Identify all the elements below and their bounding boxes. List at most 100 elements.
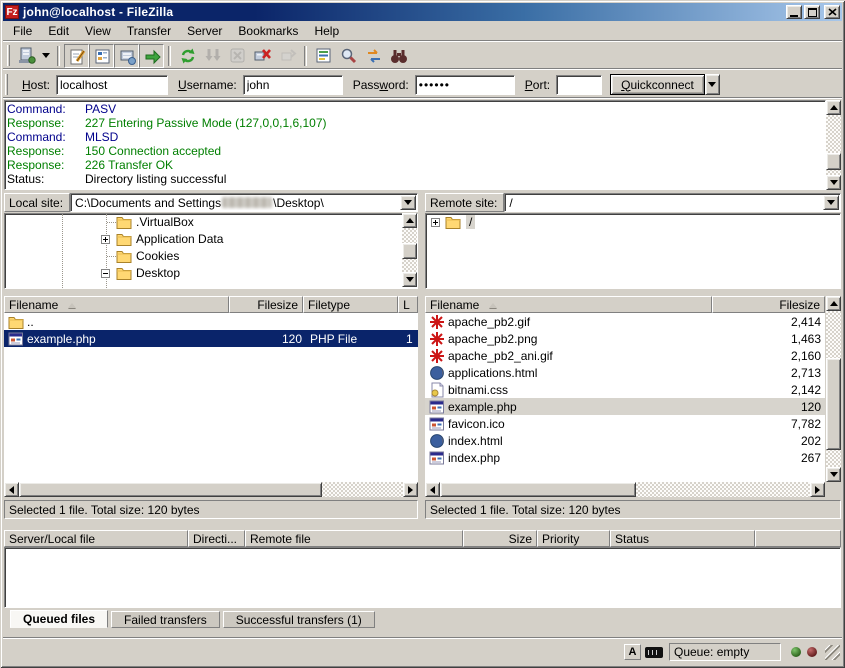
log-line-text: 227 Entering Passive Mode (127,0,0,1,6,1… bbox=[85, 116, 327, 130]
tree-item-desktop[interactable]: Desktop bbox=[5, 265, 417, 282]
log-scrollbar[interactable] bbox=[826, 100, 841, 190]
file-row[interactable]: apache_pb2.gif2,414 bbox=[425, 313, 825, 330]
menu-edit[interactable]: Edit bbox=[40, 23, 77, 39]
column-header-filename[interactable]: Filename bbox=[4, 296, 229, 313]
toggle-message-log-button[interactable] bbox=[64, 44, 89, 68]
minimize-button[interactable] bbox=[786, 5, 802, 19]
scrollbar-thumb[interactable] bbox=[19, 482, 322, 497]
tree-expander-plus[interactable] bbox=[101, 235, 110, 244]
size-cell bbox=[231, 313, 306, 330]
remote-status-text: Selected 1 file. Total size: 120 bytes bbox=[425, 500, 841, 519]
toggle-message-log-icon bbox=[69, 48, 87, 66]
local-path-dropdown-button[interactable] bbox=[400, 195, 416, 210]
queue-column-server-local-file[interactable]: Server/Local file bbox=[4, 530, 188, 547]
file-row[interactable]: favicon.ico7,782 bbox=[425, 415, 825, 432]
scrollbar-thumb[interactable] bbox=[826, 358, 841, 450]
grip-handle[interactable] bbox=[7, 45, 10, 66]
remote-site-combo[interactable]: / bbox=[504, 193, 841, 212]
scrollbar-thumb[interactable] bbox=[826, 153, 841, 170]
file-row[interactable]: example.php120 bbox=[425, 398, 825, 415]
column-header-label: Filename bbox=[430, 298, 479, 312]
menu-view[interactable]: View bbox=[77, 23, 119, 39]
file-row[interactable]: example.php120PHP File1 bbox=[4, 330, 418, 347]
toggle-local-tree-button[interactable] bbox=[89, 44, 114, 68]
tab-failed-transfers[interactable]: Failed transfers bbox=[111, 611, 220, 628]
tab-successful-transfers-1-[interactable]: Successful transfers (1) bbox=[223, 611, 375, 628]
password-input[interactable] bbox=[415, 75, 515, 95]
file-row[interactable]: .. bbox=[4, 313, 418, 330]
column-header-filename[interactable]: Filename bbox=[425, 296, 712, 313]
local-hscrollbar[interactable] bbox=[4, 482, 418, 498]
port-input[interactable] bbox=[556, 75, 602, 95]
scroll-right-button[interactable] bbox=[403, 482, 418, 497]
scroll-up-button[interactable] bbox=[826, 100, 841, 115]
directory-listing-filters-button[interactable] bbox=[311, 44, 336, 68]
tree-item-root[interactable]: / bbox=[426, 214, 840, 231]
tree-item-application-data[interactable]: Application Data bbox=[5, 231, 417, 248]
toggle-remote-tree-button[interactable] bbox=[114, 44, 139, 68]
synchronized-browsing-button[interactable] bbox=[361, 44, 386, 68]
menu-server[interactable]: Server bbox=[179, 23, 230, 39]
queue-list[interactable] bbox=[4, 547, 841, 608]
grip-handle[interactable] bbox=[5, 74, 8, 95]
scroll-down-button[interactable] bbox=[826, 467, 841, 482]
titlebar[interactable]: Fz john@localhost - FileZilla bbox=[3, 3, 842, 21]
disconnect-button[interactable] bbox=[250, 44, 275, 68]
toggle-transfer-queue-button[interactable] bbox=[139, 44, 164, 68]
quickconnect-dropdown-button[interactable] bbox=[705, 74, 720, 95]
tab-queued-files[interactable]: Queued files bbox=[10, 610, 108, 628]
scroll-up-button[interactable] bbox=[402, 213, 417, 228]
maximize-button[interactable] bbox=[804, 5, 820, 19]
tree-item-cookies[interactable]: Cookies bbox=[5, 248, 417, 265]
local-tree-scrollbar[interactable] bbox=[402, 213, 417, 287]
column-header-filetype[interactable]: Filetype bbox=[303, 296, 398, 313]
queue-column-size[interactable]: Size bbox=[463, 530, 537, 547]
menu-transfer[interactable]: Transfer bbox=[119, 23, 179, 39]
site-manager-dropdown-button[interactable] bbox=[39, 44, 53, 68]
column-header-filesize[interactable]: Filesize bbox=[712, 296, 825, 313]
menu-file[interactable]: File bbox=[5, 23, 40, 39]
local-site-combo[interactable]: C:\Documents and Settings\Desktop\ bbox=[70, 193, 418, 212]
column-header-l[interactable]: L bbox=[398, 296, 418, 313]
file-row[interactable]: apache_pb2_ani.gif2,160 bbox=[425, 347, 825, 364]
queue-column-directi-[interactable]: Directi... bbox=[188, 530, 245, 547]
file-row[interactable]: applications.html2,713 bbox=[425, 364, 825, 381]
filename-cell: bitnami.css bbox=[425, 381, 712, 398]
scroll-left-button[interactable] bbox=[425, 482, 440, 497]
refresh-file-lists-button[interactable] bbox=[175, 44, 200, 68]
file-row[interactable]: bitnami.css2,142 bbox=[425, 381, 825, 398]
scroll-up-button[interactable] bbox=[826, 296, 841, 311]
file-row[interactable]: index.php267 bbox=[425, 449, 825, 466]
queue-column-remote-file[interactable]: Remote file bbox=[245, 530, 463, 547]
find-files-button[interactable] bbox=[386, 44, 411, 68]
file-row[interactable]: apache_pb2.png1,463 bbox=[425, 330, 825, 347]
site-manager-button[interactable] bbox=[14, 44, 39, 68]
directory-comparison-button[interactable] bbox=[336, 44, 361, 68]
username-input[interactable] bbox=[243, 75, 343, 95]
tree-expander-minus[interactable] bbox=[101, 269, 110, 278]
resize-grip[interactable] bbox=[825, 645, 840, 660]
column-header-filesize[interactable]: Filesize bbox=[229, 296, 303, 313]
remote-list-header: Filename Filesize bbox=[425, 296, 825, 313]
transfer-queue: Server/Local fileDirecti...Remote fileSi… bbox=[4, 530, 841, 628]
scroll-right-button[interactable] bbox=[810, 482, 825, 497]
tree-expander-plus[interactable] bbox=[431, 218, 440, 227]
file-row[interactable]: index.html202 bbox=[425, 432, 825, 449]
scroll-down-button[interactable] bbox=[402, 272, 417, 287]
scroll-down-button[interactable] bbox=[826, 175, 841, 190]
remote-path-dropdown-button[interactable] bbox=[823, 195, 839, 210]
menu-help[interactable]: Help bbox=[306, 23, 347, 39]
close-button[interactable] bbox=[824, 5, 840, 19]
menu-bookmarks[interactable]: Bookmarks bbox=[230, 23, 306, 39]
queue-column-status[interactable]: Status bbox=[610, 530, 755, 547]
remote-hscrollbar[interactable] bbox=[425, 482, 825, 498]
message-log: Command:PASVResponse:227 Entering Passiv… bbox=[4, 100, 826, 190]
scroll-left-button[interactable] bbox=[4, 482, 19, 497]
quickconnect-button[interactable]: Quickconnect bbox=[610, 74, 705, 95]
tree-item--virtualbox[interactable]: .VirtualBox bbox=[5, 214, 417, 231]
remote-list-scrollbar[interactable] bbox=[826, 296, 841, 482]
queue-column-priority[interactable]: Priority bbox=[537, 530, 610, 547]
host-input[interactable] bbox=[56, 75, 168, 95]
scrollbar-thumb[interactable] bbox=[402, 243, 417, 259]
scrollbar-thumb[interactable] bbox=[440, 482, 636, 497]
